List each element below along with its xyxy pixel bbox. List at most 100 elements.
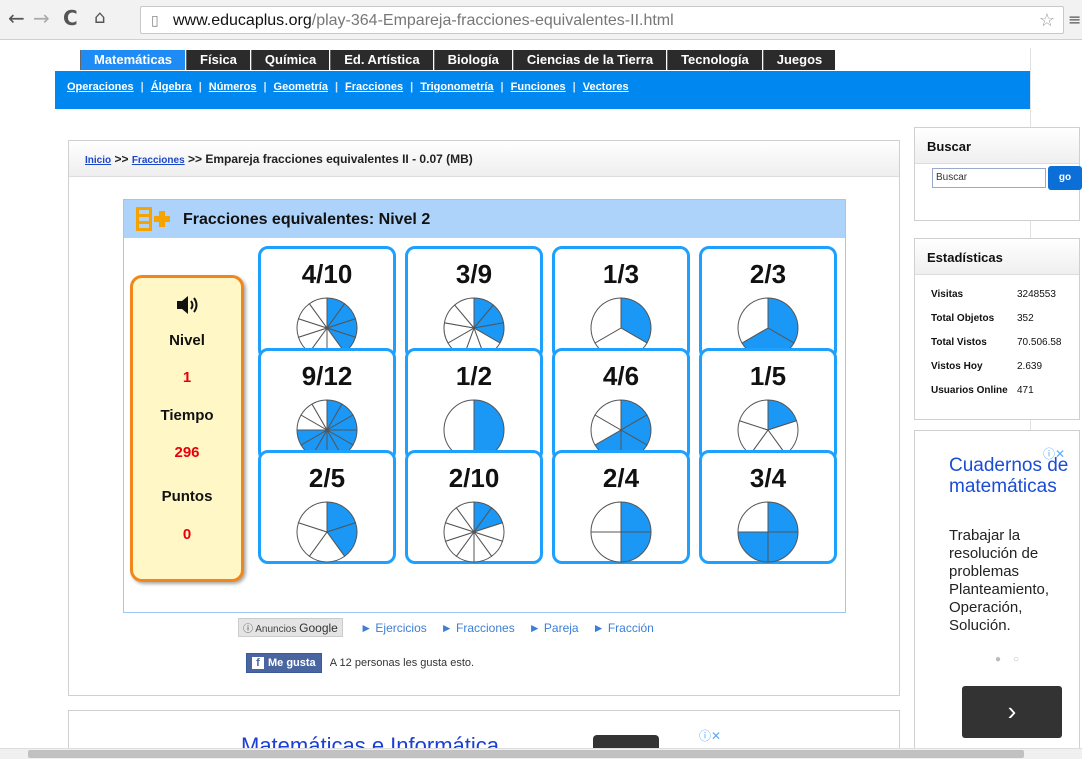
fraction-label: 2/3 <box>749 259 787 289</box>
tab-3[interactable]: Ed. Artística <box>330 50 433 70</box>
subnav-link-1[interactable]: Álgebra <box>151 81 192 93</box>
ad-link-label: Ejercicios <box>375 620 427 635</box>
home-icon[interactable]: ⌂ <box>94 8 105 28</box>
back-arrow-icon[interactable]: ← <box>8 8 25 28</box>
level-value: 1 <box>182 369 192 386</box>
side-ad-title[interactable]: Cuadernos de matemáticas <box>949 455 1075 497</box>
ad-link-2[interactable]: ► Pareja <box>529 621 579 635</box>
forward-arrow-icon[interactable]: → <box>33 8 50 28</box>
subnav-separator: | <box>334 81 339 93</box>
ads-badge-brand: Google <box>299 621 338 635</box>
search-box: Buscar Buscar go <box>914 127 1082 221</box>
subnav-link-2[interactable]: Números <box>209 81 257 93</box>
side-ad-body: Trabajar la resolución de problemas Plan… <box>949 527 1050 634</box>
stats-title: Estadísticas <box>915 239 1079 275</box>
ad-link-0[interactable]: ► Ejercicios <box>360 621 427 635</box>
subnav-separator: | <box>410 81 414 93</box>
pie-slice <box>590 501 622 533</box>
ad-link-label: Fracción <box>607 620 654 635</box>
browser-toolbar: ← → C ⌂ ▯ www.educaplus.org/play-364-Emp… <box>0 0 1082 40</box>
fraction-label: 4/10 <box>301 259 353 289</box>
ads-badge[interactable]: ⓘ Anuncios Google <box>238 618 343 637</box>
search-go-button[interactable]: go <box>1048 166 1082 190</box>
tab-6[interactable]: Tecnología <box>667 50 762 70</box>
stats-value: 3248553 <box>1017 289 1056 300</box>
stats-key: Total Vistos <box>931 337 987 348</box>
stats-row: Vistos Hoy 2.639 <box>931 361 1042 372</box>
like-count-text: A 12 personas les gusta esto. <box>329 657 475 669</box>
main-tabs: Matemáticas Física Química Ed. Artística Bio… <box>80 50 836 70</box>
breadcrumb: Inicio >> Fracciones >> Empareja fraccio… <box>85 152 473 166</box>
stats-row: Total Vistos 70.506.58 <box>931 337 1062 348</box>
fraction-card[interactable]: 2/4 <box>552 450 690 564</box>
reload-icon[interactable]: C <box>63 8 78 28</box>
fraction-pie <box>590 501 652 563</box>
menu-icon[interactable]: ≡ <box>1068 10 1081 30</box>
search-input[interactable]: Buscar <box>932 168 1046 188</box>
like-button-label: Me gusta <box>268 657 316 669</box>
subnav-separator: | <box>263 81 267 93</box>
ad-next-button[interactable]: › <box>962 686 1062 738</box>
fraction-pie <box>443 501 505 563</box>
stats-box: Estadísticas Visitas 3248553 Total Objetos… <box>914 238 1080 420</box>
tab-2[interactable]: Química <box>250 50 330 70</box>
subnav-link-3[interactable]: Geometría <box>274 81 328 93</box>
ad-links-bar: ⓘ Anuncios Google ► Ejercicios ► Fraccion… <box>238 618 654 637</box>
pie-slice <box>590 531 622 563</box>
fraction-label: 1/3 <box>602 259 640 289</box>
triangle-icon: ► <box>440 620 456 635</box>
fraction-card[interactable]: 2/3 <box>699 246 837 360</box>
tab-0[interactable]: Matemáticas <box>80 50 186 70</box>
breadcrumb-separator: >> <box>114 152 129 166</box>
url-path: /play-364-Empareja-fracciones-equivalent… <box>311 12 674 29</box>
stats-key: Vistos Hoy <box>931 361 983 372</box>
subnav-link-4[interactable]: Fracciones <box>345 81 403 93</box>
ad-link-1[interactable]: ► Fracciones <box>441 621 515 635</box>
stats-value: 2.639 <box>1017 361 1043 372</box>
speaker-icon[interactable] <box>177 296 199 314</box>
fraction-card[interactable]: 1/3 <box>552 246 690 360</box>
ad-link-3[interactable]: ► Fracción <box>593 621 654 635</box>
fraction-card[interactable]: 2/5 <box>258 450 396 564</box>
fraction-card[interactable]: 3/9 <box>405 246 543 360</box>
pie-slice <box>737 531 769 563</box>
stats-value: 352 <box>1017 313 1034 324</box>
fraction-label: 1/5 <box>749 361 787 391</box>
breadcrumb-section-link[interactable]: Fracciones <box>132 155 185 166</box>
pie-slice <box>767 531 799 563</box>
breadcrumb-home-link[interactable]: Inicio <box>85 155 111 166</box>
fraction-card[interactable]: 1/5 <box>699 348 837 462</box>
fraction-label: 2/10 <box>448 463 500 493</box>
fraction-card[interactable]: 1/2 <box>405 348 543 462</box>
ad-close-icon[interactable]: ⓘ✕ <box>699 727 721 744</box>
fraction-card[interactable]: 9/12 <box>258 348 396 462</box>
fraction-card[interactable]: 4/10 <box>258 246 396 360</box>
sub-navigation: Operaciones | Álgebra | Números | Geometría | Fr… <box>55 71 1030 109</box>
tab-5[interactable]: Ciencias de la Tierra <box>512 50 667 70</box>
tab-1[interactable]: Física <box>186 50 250 70</box>
carousel-dots[interactable]: ●○ <box>995 654 1031 665</box>
url-host: www.educaplus.org <box>173 12 312 29</box>
horizontal-scrollbar[interactable] <box>0 748 1082 759</box>
score-panel: Nivel 1 Tiempo 296 Puntos 0 <box>130 275 244 582</box>
fraction-card[interactable]: 3/4 <box>699 450 837 564</box>
subnav-link-0[interactable]: Operaciones <box>67 81 134 93</box>
subnav-link-6[interactable]: Funciones <box>511 81 566 93</box>
tab-7[interactable]: Juegos <box>762 50 836 70</box>
fraction-card[interactable]: 2/10 <box>405 450 543 564</box>
stats-value: 471 <box>1017 385 1034 396</box>
tab-4[interactable]: Biología <box>433 50 512 70</box>
ad-link-label: Pareja <box>543 620 579 635</box>
pie-slice <box>737 501 769 533</box>
like-button[interactable]: f Me gusta <box>246 653 322 673</box>
address-bar[interactable]: ▯ www.educaplus.org/play-364-Empareja-fr… <box>140 6 1064 34</box>
star-icon[interactable]: ☆ <box>1039 10 1055 31</box>
scrollbar-thumb[interactable] <box>28 750 1024 758</box>
fraction-label: 1/2 <box>455 361 493 391</box>
subnav-link-5[interactable]: Trigonometría <box>420 81 493 93</box>
fraction-card[interactable]: 4/6 <box>552 348 690 462</box>
subnav-link-7[interactable]: Vectores <box>583 81 629 93</box>
ad-link-label: Fracciones <box>456 620 515 635</box>
pie-slice <box>620 501 652 533</box>
stats-value: 70.506.58 <box>1017 337 1062 348</box>
